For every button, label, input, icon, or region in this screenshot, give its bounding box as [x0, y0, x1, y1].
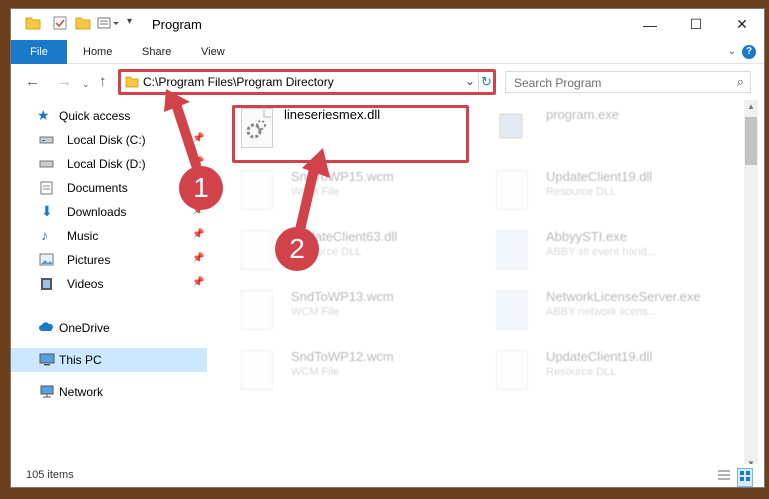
callout-arrow-1: [171, 99, 201, 170]
callout-1: 1: [179, 166, 223, 210]
annotation-arrows: [164, 89, 330, 248]
callout-2: 2: [275, 227, 319, 271]
